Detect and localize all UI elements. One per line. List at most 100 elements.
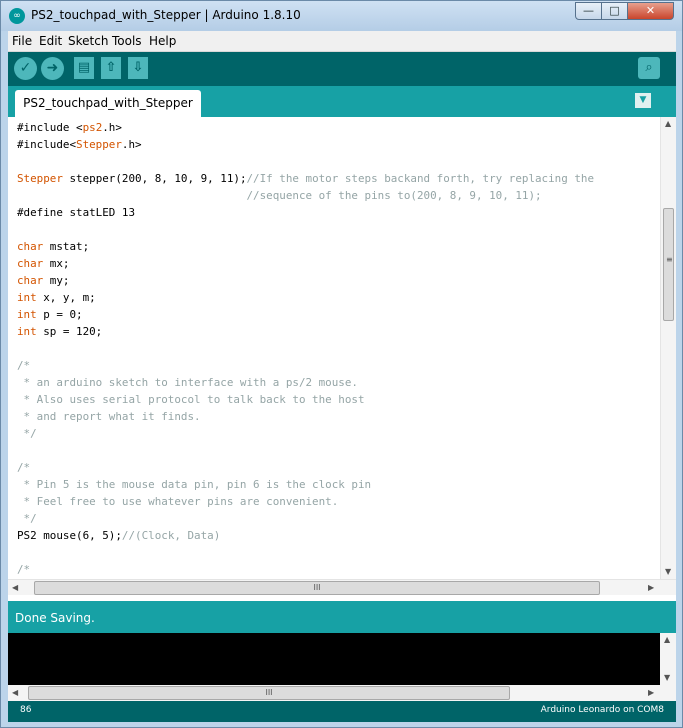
code-token: * Also uses serial protocol to talk back… [17, 393, 365, 406]
code-token: #include< [17, 138, 77, 151]
code-line[interactable]: Stepper stepper(200, 8, 10, 9, 11);//If … [17, 170, 594, 187]
code-text[interactable]: #include <ps2.h> #include<Stepper.h> Step… [17, 119, 594, 578]
maximize-button[interactable]: □ [601, 2, 628, 20]
code-line[interactable]: char my; [17, 272, 594, 289]
code-line[interactable]: int x, y, m; [17, 289, 594, 306]
code-line[interactable] [17, 153, 594, 170]
scroll-down-icon[interactable]: ▼ [665, 567, 671, 576]
console-horizontal-scroll-thumb[interactable]: III [28, 686, 510, 700]
code-line[interactable]: #include <ps2.h> [17, 119, 594, 136]
upload-button[interactable]: ➜ [41, 57, 64, 80]
code-line[interactable]: int sp = 120; [17, 323, 594, 340]
code-line[interactable]: * and report what it finds. [17, 408, 594, 425]
code-line[interactable]: //sequence of the pins to(200, 8, 9, 10,… [17, 187, 594, 204]
open-sketch-button[interactable]: ⇧ [101, 57, 121, 79]
code-line[interactable]: #define statLED 13 [17, 204, 594, 221]
code-token: * an arduino sketch to interface with a … [17, 376, 358, 389]
menu-edit[interactable]: Edit [39, 34, 62, 48]
menu-file[interactable]: File [12, 34, 32, 48]
serial-monitor-button[interactable]: ⌕ [638, 57, 660, 79]
close-button[interactable]: ✕ [627, 2, 674, 20]
code-line[interactable] [17, 442, 594, 459]
editor-horizontal-scrollbar[interactable]: ◀ III ▶ [8, 579, 676, 596]
tab-label: PS2_touchpad_with_Stepper [23, 96, 193, 110]
code-token: mx; [43, 257, 70, 270]
menu-help[interactable]: Help [149, 34, 176, 48]
console-vertical-scrollbar[interactable]: ▲ ▼ [660, 633, 676, 685]
code-line[interactable]: * an arduino sketch to interface with a … [17, 374, 594, 391]
code-token: char [17, 240, 44, 253]
code-line[interactable] [17, 340, 594, 357]
console-scroll-right-icon[interactable]: ▶ [648, 688, 654, 697]
console-scroll-down-icon[interactable]: ▼ [664, 673, 670, 682]
code-line[interactable]: */ [17, 425, 594, 442]
code-token: * and report what it finds. [17, 410, 201, 423]
code-line[interactable]: * Also uses serial protocol to talk back… [17, 391, 594, 408]
scroll-up-icon[interactable]: ▲ [665, 119, 671, 128]
editor-vertical-scroll-thumb[interactable]: ≡ [663, 208, 674, 321]
code-line[interactable] [17, 221, 594, 238]
code-line[interactable]: PS2 mouse(6, 5);//(Clock, Data) [17, 527, 594, 544]
code-line[interactable]: #include<Stepper.h> [17, 136, 594, 153]
code-line[interactable]: /* [17, 561, 594, 578]
code-token: mstat; [43, 240, 90, 253]
grip-icon: ≡ [666, 255, 673, 264]
code-token: int [17, 325, 37, 338]
console-horizontal-scrollbar[interactable]: ◀ III ▶ [8, 685, 676, 701]
minimize-button[interactable]: — [575, 2, 602, 20]
code-token: my; [43, 274, 70, 287]
code-token: int [17, 291, 37, 304]
editor-vertical-scrollbar[interactable]: ▲ ≡ ▼ [660, 117, 676, 579]
menu-bar: File Edit Sketch Tools Help [8, 31, 676, 52]
new-sketch-button[interactable]: ▤ [74, 57, 94, 79]
code-line[interactable]: * Feel free to use whatever pins are con… [17, 493, 594, 510]
code-token: /* [17, 563, 31, 576]
code-token: */ [17, 512, 37, 525]
code-line[interactable]: char mstat; [17, 238, 594, 255]
footer-bar: 86 Arduino Leonardo on COM8 [8, 701, 676, 722]
board-port-label: Arduino Leonardo on COM8 [540, 705, 664, 715]
code-token: sp = 120; [36, 325, 103, 338]
code-token: PS2 mouse(6, 5); [17, 529, 122, 542]
code-line[interactable]: char mx; [17, 255, 594, 272]
code-token: */ [17, 427, 37, 440]
code-token: //sequence of the pins to(200, 8, 9, 10,… [246, 189, 542, 202]
code-editor[interactable]: #include <ps2.h> #include<Stepper.h> Step… [8, 117, 676, 579]
code-token: * Pin 5 is the mouse data pin, pin 6 is … [17, 478, 372, 491]
verify-button[interactable]: ✓ [14, 57, 37, 80]
code-token: char [17, 274, 44, 287]
menu-tools[interactable]: Tools [112, 34, 142, 48]
code-token: * Feel free to use whatever pins are con… [17, 495, 339, 508]
scroll-left-icon[interactable]: ◀ [12, 583, 18, 592]
code-line[interactable]: /* [17, 357, 594, 374]
console-scroll-left-icon[interactable]: ◀ [12, 688, 18, 697]
code-token: ps2 [82, 121, 103, 134]
code-line[interactable]: * Pin 5 is the mouse data pin, pin 6 is … [17, 476, 594, 493]
code-token: stepper(200, 8, 10, 9, 11); [62, 172, 247, 185]
code-line[interactable]: */ [17, 510, 594, 527]
code-line[interactable]: int p = 0; [17, 306, 594, 323]
tab-menu-chevron-down-icon[interactable]: ▼ [635, 93, 651, 108]
menu-sketch[interactable]: Sketch [68, 34, 108, 48]
code-token: /* [17, 461, 31, 474]
arduino-ide-window: ∞ PS2_touchpad_with_Stepper | Arduino 1.… [0, 0, 683, 728]
tab-bar: PS2_touchpad_with_Stepper ▼ [8, 86, 676, 117]
code-token: #include < [17, 121, 83, 134]
tab-sketch[interactable]: PS2_touchpad_with_Stepper [15, 90, 201, 117]
console-output[interactable]: ▲ ▼ [8, 633, 676, 685]
status-bar: Done Saving. [8, 601, 676, 633]
editor-horizontal-scroll-thumb[interactable]: III [34, 581, 600, 595]
code-line[interactable] [17, 544, 594, 561]
window-title: PS2_touchpad_with_Stepper | Arduino 1.8.… [31, 8, 301, 22]
code-token: p = 0; [36, 308, 83, 321]
code-token: .h> [121, 138, 142, 151]
console-scroll-up-icon[interactable]: ▲ [664, 635, 670, 644]
save-sketch-button[interactable]: ⇩ [128, 57, 148, 79]
code-token: //(Clock, Data) [121, 529, 221, 542]
arduino-logo-icon: ∞ [9, 8, 25, 24]
scroll-right-icon[interactable]: ▶ [648, 583, 654, 592]
code-token: x, y, m; [36, 291, 96, 304]
code-line[interactable]: /* [17, 459, 594, 476]
title-bar[interactable]: ∞ PS2_touchpad_with_Stepper | Arduino 1.… [1, 1, 682, 31]
